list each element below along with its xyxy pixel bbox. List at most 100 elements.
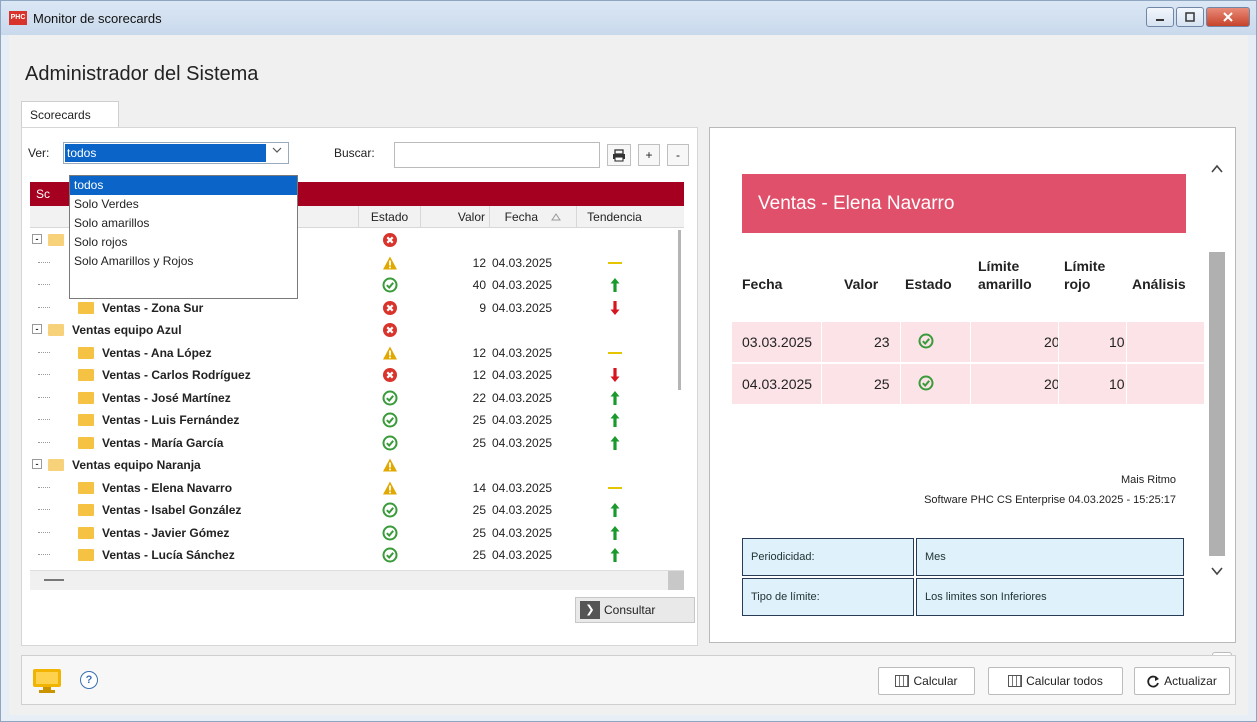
tree-row[interactable]: Ventas - María García 25 04.03.2025 [30,432,675,455]
status-green-icon [382,547,398,563]
grid-vertical-scrollbar[interactable] [675,228,684,570]
tab-scorecards[interactable]: Scorecards [21,101,119,127]
report-vertical-scrollbar[interactable] [1208,142,1226,608]
scroll-thumb[interactable] [678,230,681,390]
tipo-limite-value: Los limites son Inferiores [916,578,1184,616]
column-divider [1126,322,1127,362]
report-footer-software: Software PHC CS Enterprise 04.03.2025 - … [924,494,1176,506]
expand-all-button[interactable]: + [638,144,660,166]
column-valor[interactable]: Valor [420,206,489,228]
row-fecha: 04.03.2025 [492,413,553,427]
tree-connector [38,509,50,510]
tree-row[interactable]: Ventas - Ana López 12 04.03.2025 [30,342,675,365]
ver-option[interactable]: Solo amarillos [70,214,297,233]
collapse-toggle-icon[interactable]: - [32,459,42,469]
report-header-limite-amarillo: Límite amarillo [978,258,1032,292]
status-green-icon [382,277,398,293]
tree-connector [38,554,50,555]
trend-flat-icon [607,480,623,496]
column-estado[interactable]: Estado [358,206,420,228]
folder-icon [78,301,94,314]
print-button[interactable] [607,144,631,166]
tree-row[interactable]: Ventas - José Martínez 22 04.03.2025 [30,387,675,410]
buscar-label: Buscar: [334,146,375,160]
trend-up-icon [607,525,623,541]
status-green-icon [382,412,398,428]
tree-row[interactable]: Ventas - Elena Navarro 14 04.03.2025 [30,477,675,500]
tree-row[interactable]: Ventas - Lucía Sánchez 25 04.03.2025 [30,544,675,567]
scroll-thumb[interactable] [1209,252,1225,556]
scroll-corner [668,571,684,590]
chevron-down-icon[interactable] [1208,562,1226,580]
tree-row[interactable]: Ventas - Isabel González 25 04.03.2025 [30,499,675,522]
report-header-analisis: Análisis [1132,276,1186,292]
search-input[interactable] [394,142,600,168]
column-divider [821,322,822,362]
row-valor: 12 [472,345,486,360]
report-cell-valor: 23 [874,334,890,350]
ver-dropdown-list[interactable]: todos Solo Verdes Solo amarillos Solo rojos… [69,175,298,299]
tree-group-row[interactable]: - Ventas equipo Naranja [30,454,675,477]
close-button[interactable] [1206,7,1250,27]
consultar-button[interactable]: ❯ Consultar [575,597,695,623]
tree-connector [38,374,50,375]
chevron-right-icon: ❯ [580,601,600,619]
app-logo-icon: PHC [9,11,27,25]
tree-connector [38,396,50,398]
client-area: Administrador del Sistema Scorecards Ver… [9,35,1248,715]
column-fecha[interactable]: Fecha [489,206,576,228]
trend-down-icon [607,367,623,383]
calcular-button[interactable]: Calcular [878,667,975,695]
tree-row[interactable]: Ventas - Carlos Rodríguez 12 04.03.2025 [30,364,675,387]
row-name: Ventas - María García [102,435,224,450]
actualizar-button[interactable]: Actualizar [1134,667,1230,695]
actualizar-label: Actualizar [1164,674,1217,688]
ver-select[interactable]: todos [63,142,289,164]
collapse-all-button[interactable]: - [667,144,689,166]
report-cell-limite-rojo: 10 [1109,376,1125,392]
ver-option[interactable]: todos [70,176,297,195]
row-name: Ventas - Isabel González [102,503,242,517]
minimize-button[interactable] [1146,7,1174,27]
status-green-icon [382,525,398,541]
trend-none-icon [607,457,623,473]
status-red-icon [382,232,398,248]
trend-up-icon [607,277,623,293]
folder-open-icon [48,234,64,246]
periodicidad-label: Periodicidad: [742,538,914,576]
monitor-icon[interactable] [32,668,62,694]
tree-group-row[interactable]: - Ventas equipo Azul [30,319,675,342]
row-fecha: 04.03.2025 [492,300,553,315]
tree-row[interactable]: Ventas - Luis Fernández 25 04.03.2025 [30,409,675,432]
ver-option[interactable]: Solo rojos [70,233,297,252]
status-red-icon [382,367,398,383]
title-bar: PHC Monitor de scorecards [1,1,1256,35]
row-valor: 22 [472,390,486,405]
scroll-thumb[interactable] [44,579,64,581]
collapse-toggle-icon[interactable]: - [32,234,42,244]
row-fecha: 04.03.2025 [492,548,553,562]
collapse-toggle-icon[interactable]: - [32,324,42,334]
folder-icon [78,481,94,494]
maximize-button[interactable] [1176,7,1204,27]
column-tendencia[interactable]: Tendencia [576,206,652,228]
column-divider [970,322,971,362]
sort-asc-icon [551,213,562,221]
grid-horizontal-scrollbar[interactable] [30,570,684,590]
row-name: Ventas - Elena Navarro [102,480,233,495]
calcular-todos-button[interactable]: Calcular todos [988,667,1123,695]
row-fecha: 04.03.2025 [492,390,553,405]
tipo-limite-label: Tipo de límite: [742,578,914,616]
folder-icon [78,414,94,426]
tree-row[interactable]: Ventas - Zona Sur 9 04.03.2025 [30,297,675,320]
ver-option[interactable]: Solo Verdes [70,195,297,214]
row-fecha: 04.03.2025 [492,503,553,517]
help-icon[interactable]: ? [80,671,98,689]
folder-open-icon [48,324,64,336]
chevron-down-icon[interactable] [268,145,286,161]
report-footer-company: Mais Ritmo [1120,474,1176,486]
chevron-up-icon[interactable] [1208,160,1226,178]
tree-row[interactable]: Ventas - Javier Gómez 25 04.03.2025 [30,522,675,545]
ver-option[interactable]: Solo Amarillos y Rojos [70,252,297,271]
row-name: Ventas equipo Azul [72,323,182,337]
